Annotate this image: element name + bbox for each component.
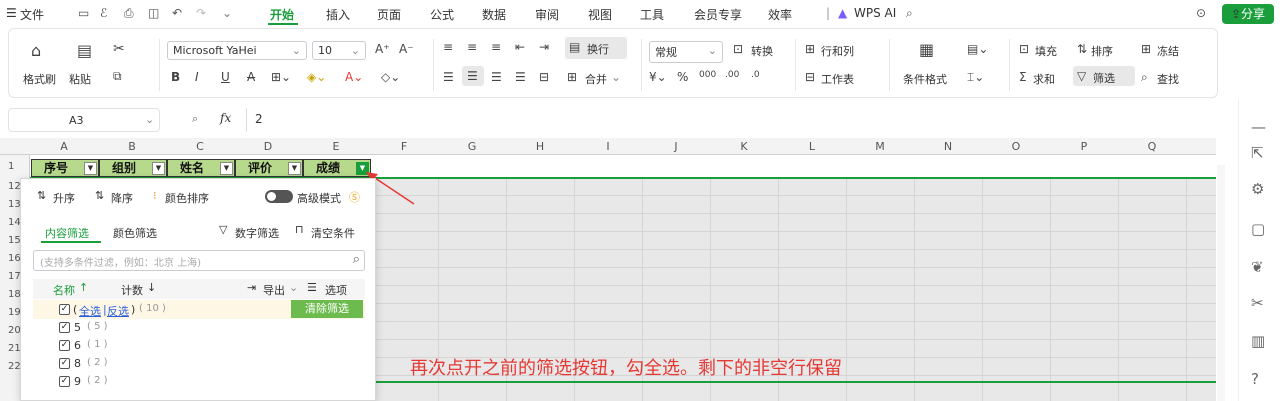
export-icon[interactable]: ⇥ xyxy=(247,281,256,294)
options-icon[interactable]: ☰ xyxy=(307,281,317,294)
tab-content-filter[interactable]: 内容筛选 xyxy=(45,225,89,241)
pointer-icon[interactable]: ⇱ xyxy=(1251,144,1264,162)
arrow-to-filter-button xyxy=(371,175,415,205)
options-label[interactable]: 选项 xyxy=(325,282,347,298)
sort-asc-label[interactable]: 升序 xyxy=(53,190,75,206)
item-label: 9 xyxy=(74,375,81,388)
select-all-link[interactable]: 全选 xyxy=(79,303,101,319)
chevron-down-icon[interactable]: ⌄ xyxy=(289,281,298,294)
sort-up-icon[interactable]: ↑ xyxy=(79,281,88,294)
item-checkbox[interactable]: ✓ xyxy=(59,358,70,369)
item-label: 8 xyxy=(74,357,81,370)
color-sort-icon[interactable]: ⁝ xyxy=(153,189,157,202)
item-count: ( 2 ) xyxy=(87,357,108,368)
invert-selection-link[interactable]: 反选 xyxy=(107,303,129,319)
item-count: ( 5 ) xyxy=(87,321,108,332)
advanced-mode-toggle[interactable] xyxy=(265,190,293,203)
vip-badge-icon: Ⓢ xyxy=(349,191,360,204)
toggle-knob xyxy=(267,192,276,201)
filter-search-input[interactable]: (支持多条件过滤，例如：北京 上海) ⌕ xyxy=(33,250,365,271)
comment-icon[interactable]: ▢ xyxy=(1251,220,1265,238)
sort-desc-label[interactable]: 降序 xyxy=(111,190,133,206)
select-all-checkbox[interactable]: ✓ xyxy=(59,304,70,315)
col-count-header[interactable]: 计数 xyxy=(121,282,143,298)
book-icon[interactable]: ▥ xyxy=(1251,332,1265,350)
active-tab-underline xyxy=(41,241,101,243)
ai-icon[interactable]: ❦ xyxy=(1251,258,1264,276)
help-icon[interactable]: ? xyxy=(1251,370,1259,388)
item-label: 5 xyxy=(74,321,81,334)
sort-asc-icon[interactable]: ⇅ xyxy=(37,189,46,202)
number-filter-label[interactable]: 数字筛选 xyxy=(235,225,279,241)
item-checkbox[interactable]: ✓ xyxy=(59,322,70,333)
paren-close: ) xyxy=(131,303,136,316)
item-count: ( 2 ) xyxy=(87,375,108,386)
item-checkbox[interactable]: ✓ xyxy=(59,340,70,351)
filter-panel: ⇅ 升序 ⇅ 降序 ⁝ 颜色排序 高级模式 Ⓢ 内容筛选 颜色筛选 ▽ 数字筛选… xyxy=(20,178,376,401)
total-count: ( 10 ) xyxy=(139,303,166,314)
right-sidebar: — ⇱ ⚙ ▢ ❦ ✂ ▥ ? xyxy=(1238,100,1280,401)
collapse-icon[interactable]: — xyxy=(1251,118,1266,136)
paren-open: ( xyxy=(73,303,78,316)
col-name-header[interactable]: 名称 xyxy=(53,282,75,298)
number-filter-icon[interactable]: ▽ xyxy=(219,223,227,236)
advanced-mode-label: 高级模式 xyxy=(297,192,341,205)
search-placeholder: (支持多条件过滤，例如：北京 上海) xyxy=(40,258,201,269)
color-sort-label[interactable]: 颜色排序 xyxy=(165,190,209,206)
item-count: ( 1 ) xyxy=(87,339,108,350)
clear-conditions-label[interactable]: 清空条件 xyxy=(311,225,355,241)
export-label[interactable]: 导出 xyxy=(263,282,285,298)
tab-color-filter[interactable]: 颜色筛选 xyxy=(113,225,157,241)
properties-icon[interactable]: ⚙ xyxy=(1251,180,1264,198)
search-icon[interactable]: ⌕ xyxy=(353,252,360,267)
tools-icon[interactable]: ✂ xyxy=(1251,294,1264,312)
trash-icon[interactable]: ⊓ xyxy=(295,223,304,236)
item-label: 6 xyxy=(74,339,81,352)
sort-down-icon[interactable]: ↓ xyxy=(147,281,156,294)
clear-filter-button[interactable]: 清除筛选 xyxy=(291,300,363,318)
sort-desc-icon[interactable]: ⇅ xyxy=(95,189,104,202)
item-checkbox[interactable]: ✓ xyxy=(59,376,70,387)
